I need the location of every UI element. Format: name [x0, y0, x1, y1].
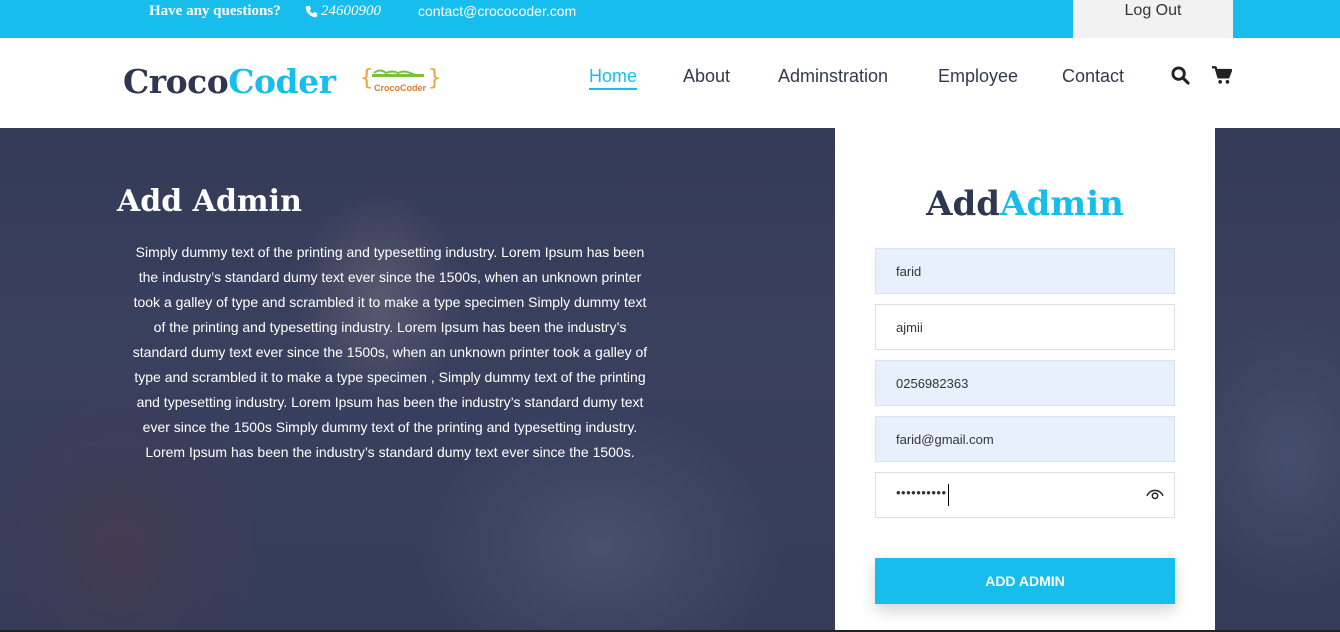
nav-about[interactable]: About: [683, 66, 730, 87]
email-field-wrap: [875, 416, 1175, 462]
show-password-icon[interactable]: [1146, 487, 1164, 501]
svg-text:}: }: [428, 66, 441, 91]
search-icon[interactable]: [1171, 66, 1190, 85]
hero-title: Add Admin: [117, 184, 302, 219]
svg-text:CrocoCoder: CrocoCoder: [374, 83, 427, 93]
main-header: CrocoCoder { } CrocoCoder Home About Adm…: [0, 38, 1340, 128]
logout-button[interactable]: Log Out: [1073, 0, 1233, 38]
hero-description: Simply dummy text of the printing and ty…: [132, 244, 648, 460]
form-title: AddAdmin: [835, 184, 1215, 224]
first-name-field[interactable]: [876, 249, 1174, 293]
form-title-part-1: Add: [926, 184, 1001, 224]
top-bar: Have any questions? 24600900 contact@cro…: [0, 0, 1340, 38]
password-mask: ••••••••••: [896, 485, 947, 500]
phone-number: 24600900: [321, 3, 381, 19]
brand-part-2: Coder: [228, 62, 336, 101]
add-admin-button[interactable]: ADD ADMIN: [875, 558, 1175, 604]
contact-email[interactable]: contact@crococoder.com: [418, 3, 576, 19]
nav-employee[interactable]: Employee: [938, 66, 1018, 87]
phone-field-wrap: [875, 360, 1175, 406]
password-field[interactable]: ••••••••••: [875, 472, 1175, 518]
phone-contact[interactable]: 24600900: [305, 3, 381, 20]
nav-adminstration[interactable]: Adminstration: [778, 66, 888, 87]
crococoder-logo: { } CrocoCoder: [360, 66, 441, 93]
first-name-field-wrap: [875, 248, 1175, 294]
phone-icon: [305, 5, 318, 18]
add-admin-form: AddAdmin •••••••••• ADD ADMIN: [835, 128, 1215, 632]
hero-section: Add Admin Simply dummy text of the print…: [0, 128, 1340, 632]
phone-field[interactable]: [876, 361, 1174, 405]
brand-part-1: Croco: [123, 62, 229, 101]
brand-name[interactable]: CrocoCoder: [123, 62, 336, 101]
text-caret: [948, 484, 949, 506]
last-name-field-wrap: [875, 304, 1175, 350]
form-title-part-2: Admin: [1000, 184, 1124, 224]
cart-icon[interactable]: [1212, 66, 1232, 85]
nav-contact[interactable]: Contact: [1062, 66, 1124, 87]
last-name-field[interactable]: [876, 305, 1174, 349]
nav-home[interactable]: Home: [589, 66, 638, 90]
email-field[interactable]: [876, 417, 1174, 461]
questions-label: Have any questions?: [149, 3, 281, 19]
svg-text:{: {: [360, 66, 373, 91]
